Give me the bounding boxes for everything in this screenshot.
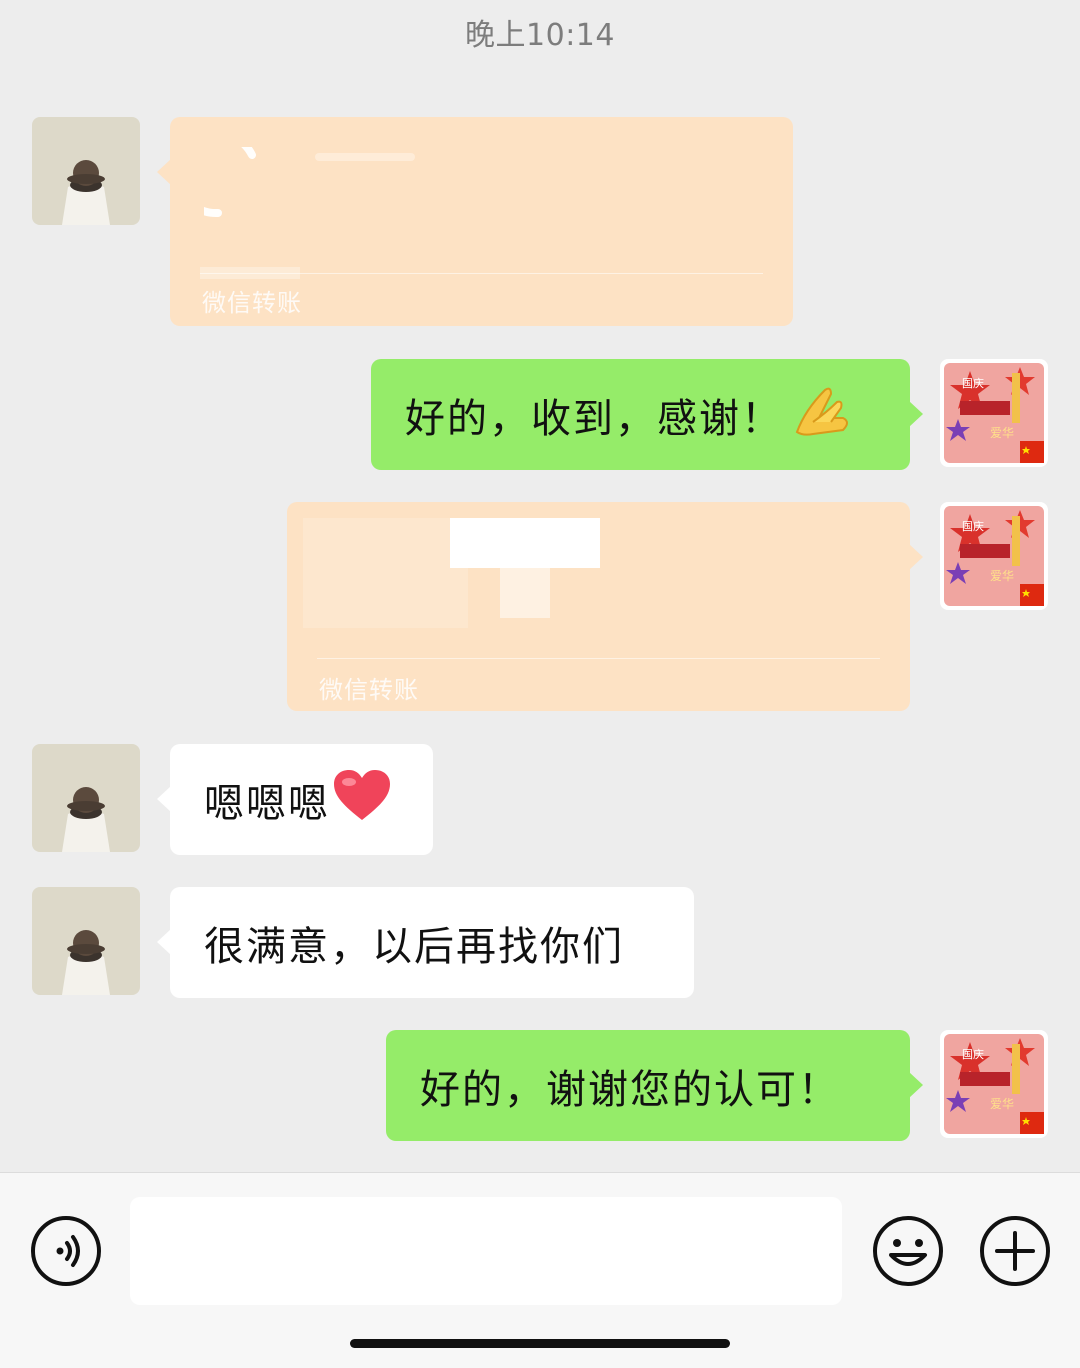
svg-text:爱华: 爱华 — [990, 426, 1014, 440]
svg-text:国庆: 国庆 — [962, 1047, 984, 1061]
svg-text:国庆: 国庆 — [962, 519, 984, 533]
svg-text:国庆: 国庆 — [962, 376, 984, 390]
self-avatar-image: 国庆 爱华 — [940, 502, 1048, 610]
transfer-label: 微信转账 — [202, 289, 302, 317]
self-avatar[interactable]: 国庆 爱华 — [940, 1030, 1048, 1138]
message-input[interactable] — [130, 1197, 842, 1305]
contact-avatar-image — [32, 744, 140, 852]
blurred-amount — [315, 153, 415, 161]
blurred-region — [500, 568, 550, 618]
contact-avatar-image — [32, 887, 140, 995]
voice-button[interactable] — [30, 1215, 102, 1287]
message-bubble-incoming[interactable]: 很满意，以后再找你们 — [157, 887, 694, 998]
transfer-card-outgoing[interactable]: 微信转账 — [287, 502, 923, 711]
chat-input-bar — [0, 1172, 1080, 1368]
message-text: 好的，谢谢您的认可！ — [420, 1066, 840, 1113]
chat-area: 晚上10:14 微信转账 好的，收到，感谢！ 国庆 爱华 微信转账 国庆 爱华 … — [0, 0, 1080, 1172]
self-avatar[interactable]: 国庆 爱华 — [940, 359, 1048, 467]
svg-text:爱华: 爱华 — [990, 569, 1014, 583]
message-text: 很满意，以后再找你们 — [204, 923, 624, 970]
message-text: 好的，收到，感谢！ — [405, 395, 783, 442]
self-avatar[interactable]: 国庆 爱华 — [940, 502, 1048, 610]
transfer-loading-icon — [204, 147, 256, 218]
transfer-label: 微信转账 — [319, 676, 419, 704]
self-avatar-image: 国庆 爱华 — [940, 1030, 1048, 1138]
transfer-divider — [317, 658, 880, 659]
blurred-region — [200, 267, 300, 279]
voice-icon — [31, 1216, 101, 1286]
contact-avatar[interactable] — [32, 887, 140, 995]
home-indicator[interactable] — [350, 1339, 730, 1348]
svg-text:爱华: 爱华 — [990, 1097, 1014, 1111]
emoji-smile-icon — [873, 1216, 943, 1286]
transfer-card-incoming[interactable]: 微信转账 — [157, 117, 793, 326]
contact-avatar[interactable] — [32, 744, 140, 852]
contact-avatar[interactable] — [32, 117, 140, 225]
contact-avatar-image — [32, 117, 140, 225]
self-avatar-image: 国庆 爱华 — [940, 359, 1048, 467]
more-button[interactable] — [979, 1215, 1051, 1287]
blurred-region — [450, 518, 600, 568]
plus-icon — [980, 1216, 1050, 1286]
emoji-button[interactable] — [872, 1215, 944, 1287]
message-bubble-outgoing[interactable]: 好的，谢谢您的认可！ — [386, 1030, 923, 1141]
red-heart-icon — [332, 768, 392, 832]
praying-hands-icon — [791, 382, 855, 448]
message-timestamp: 晚上10:14 — [465, 18, 615, 53]
message-text: 嗯嗯嗯 — [204, 780, 330, 827]
blurred-region — [303, 518, 468, 628]
message-bubble-outgoing[interactable]: 好的，收到，感谢！ — [371, 359, 923, 470]
message-bubble-incoming[interactable]: 嗯嗯嗯 — [157, 744, 433, 855]
